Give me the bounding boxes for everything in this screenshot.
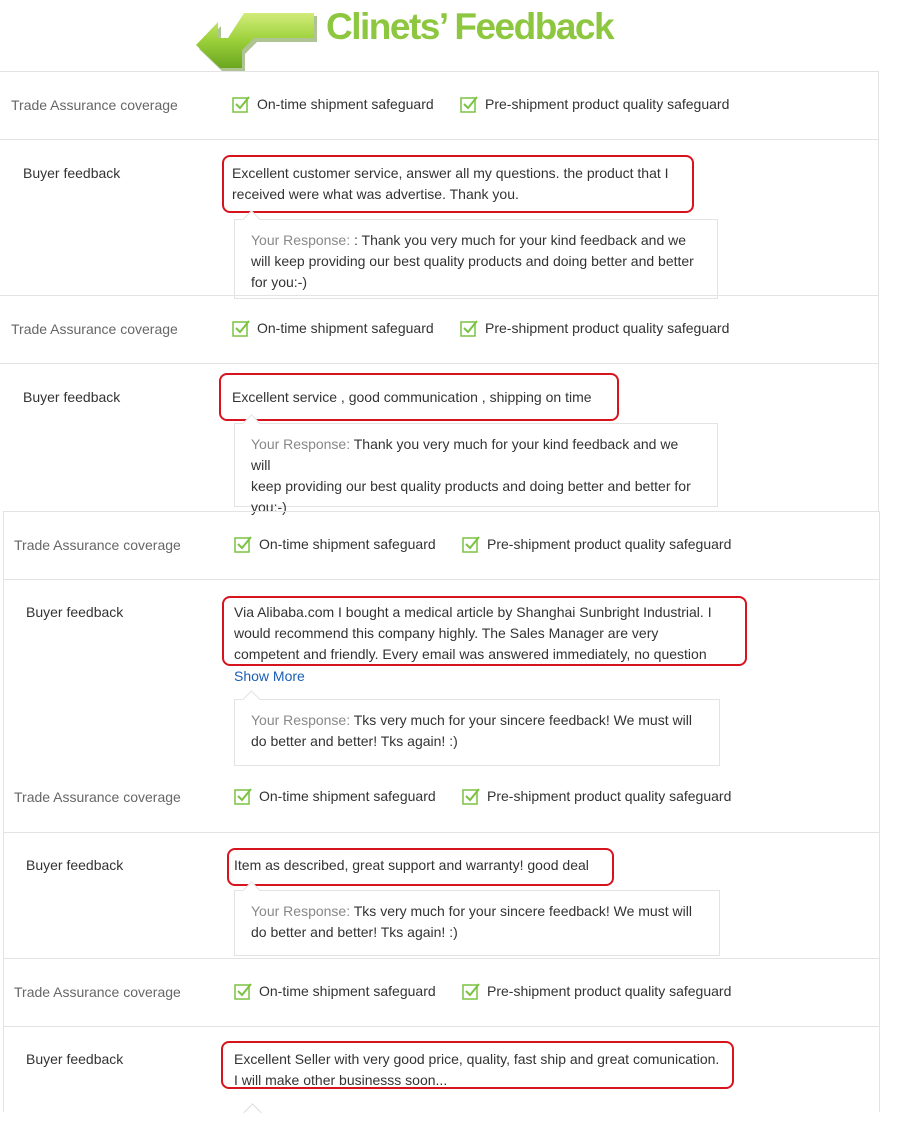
quality-safeguard-label: Pre-shipment product quality safeguard bbox=[485, 320, 730, 336]
comment-highlight bbox=[219, 373, 619, 421]
feedback-block-3: Trade Assurance coverage On-time shipmen… bbox=[3, 511, 880, 1122]
buyer-feedback-label: Buyer feedback bbox=[26, 857, 124, 873]
check-icon bbox=[460, 320, 478, 337]
ontime-safeguard-label: On-time shipment safeguard bbox=[259, 536, 436, 552]
response-label: Your Response: bbox=[251, 712, 351, 728]
response-line: Tks very much for your sincere feedback!… bbox=[353, 903, 692, 919]
ontime-safeguard-label: On-time shipment safeguard bbox=[257, 96, 434, 112]
response-pointer bbox=[243, 1103, 262, 1122]
check-icon bbox=[460, 96, 478, 113]
trade-assurance-label: Trade Assurance coverage bbox=[14, 789, 181, 805]
trade-assurance-row: Trade Assurance coverage On-time shipmen… bbox=[0, 295, 878, 364]
comment-highlight bbox=[222, 596, 747, 666]
ontime-safeguard: On-time shipment safeguard bbox=[232, 95, 434, 113]
seller-response: Your Response: Thank you very much for y… bbox=[234, 423, 718, 515]
response-label: Your Response: bbox=[251, 232, 351, 248]
quality-safeguard-label: Pre-shipment product quality safeguard bbox=[487, 536, 732, 552]
check-icon bbox=[234, 788, 252, 805]
response-line: do better and better! Tks again! :) bbox=[251, 733, 458, 749]
buyer-feedback-row: Buyer feedback Excellent Seller with ver… bbox=[4, 1026, 879, 1122]
ontime-safeguard-label: On-time shipment safeguard bbox=[259, 983, 436, 999]
quality-safeguard: Pre-shipment product quality safeguard bbox=[460, 95, 729, 113]
quality-safeguard-label: Pre-shipment product quality safeguard bbox=[487, 983, 732, 999]
buyer-feedback-label: Buyer feedback bbox=[26, 1051, 124, 1067]
trade-assurance-row: Trade Assurance coverage On-time shipmen… bbox=[4, 764, 879, 832]
buyer-feedback-row: Buyer feedback Excellent customer servic… bbox=[0, 139, 878, 299]
header: Clinets’ Feedback bbox=[0, 0, 900, 72]
response-line: for you:-) bbox=[251, 274, 308, 290]
buyer-feedback-row: Buyer feedback Item as described, great … bbox=[4, 832, 879, 959]
trade-assurance-row: Trade Assurance coverage On-time shipmen… bbox=[4, 511, 879, 580]
check-icon bbox=[234, 983, 252, 1000]
ontime-safeguard: On-time shipment safeguard bbox=[232, 319, 434, 337]
check-icon bbox=[462, 983, 480, 1000]
seller-response: Your Response: Tks very much for your si… bbox=[234, 890, 720, 956]
arrow-icon bbox=[196, 13, 317, 72]
response-line: do better and better! Tks again! :) bbox=[251, 924, 458, 940]
feedback-block-1: Trade Assurance coverage On-time shipmen… bbox=[0, 71, 879, 299]
buyer-feedback-row: Buyer feedback Via Alibaba.com I bought … bbox=[4, 579, 879, 766]
trade-assurance-label: Trade Assurance coverage bbox=[14, 984, 181, 1000]
trade-assurance-label: Trade Assurance coverage bbox=[14, 537, 181, 553]
comment-highlight bbox=[221, 1041, 734, 1089]
check-icon bbox=[232, 320, 250, 337]
response-line: keep providing our best quality products… bbox=[251, 478, 691, 494]
check-icon bbox=[462, 536, 480, 553]
quality-safeguard: Pre-shipment product quality safeguard bbox=[460, 319, 729, 337]
quality-safeguard-label: Pre-shipment product quality safeguard bbox=[485, 96, 730, 112]
seller-response: Your Response: : Thank you very much for… bbox=[234, 219, 718, 299]
ontime-safeguard: On-time shipment safeguard bbox=[234, 982, 436, 1000]
response-line: will keep providing our best quality pro… bbox=[251, 253, 694, 269]
trade-assurance-label: Trade Assurance coverage bbox=[11, 321, 178, 337]
response-line: Tks very much for your sincere feedback!… bbox=[353, 712, 692, 728]
buyer-feedback-label: Buyer feedback bbox=[23, 165, 121, 181]
ontime-safeguard: On-time shipment safeguard bbox=[234, 787, 436, 805]
trade-assurance-label: Trade Assurance coverage bbox=[11, 97, 178, 113]
quality-safeguard: Pre-shipment product quality safeguard bbox=[462, 787, 731, 805]
seller-response: Your Response: Tks very much for your si… bbox=[234, 699, 720, 766]
check-icon bbox=[232, 96, 250, 113]
buyer-feedback-row: Buyer feedback Excellent service , good … bbox=[0, 363, 878, 515]
check-icon bbox=[462, 788, 480, 805]
quality-safeguard: Pre-shipment product quality safeguard bbox=[462, 535, 731, 553]
quality-safeguard: Pre-shipment product quality safeguard bbox=[462, 982, 731, 1000]
comment-highlight bbox=[227, 848, 614, 886]
feedback-block-2: Trade Assurance coverage On-time shipmen… bbox=[0, 295, 879, 515]
response-line: : Thank you very much for your kind feed… bbox=[354, 232, 687, 248]
show-more-link[interactable]: Show More bbox=[234, 668, 305, 684]
response-label: Your Response: bbox=[251, 903, 351, 919]
comment-highlight bbox=[222, 155, 694, 213]
quality-safeguard-label: Pre-shipment product quality safeguard bbox=[487, 788, 732, 804]
trade-assurance-row: Trade Assurance coverage On-time shipmen… bbox=[4, 958, 879, 1027]
buyer-feedback-label: Buyer feedback bbox=[26, 604, 124, 620]
ontime-safeguard: On-time shipment safeguard bbox=[234, 535, 436, 553]
check-icon bbox=[234, 536, 252, 553]
ontime-safeguard-label: On-time shipment safeguard bbox=[257, 320, 434, 336]
buyer-feedback-label: Buyer feedback bbox=[23, 389, 121, 405]
ontime-safeguard-label: On-time shipment safeguard bbox=[259, 788, 436, 804]
page-title: Clinets’ Feedback bbox=[326, 6, 615, 47]
trade-assurance-row: Trade Assurance coverage On-time shipmen… bbox=[0, 71, 878, 140]
response-label: Your Response: bbox=[251, 436, 351, 452]
